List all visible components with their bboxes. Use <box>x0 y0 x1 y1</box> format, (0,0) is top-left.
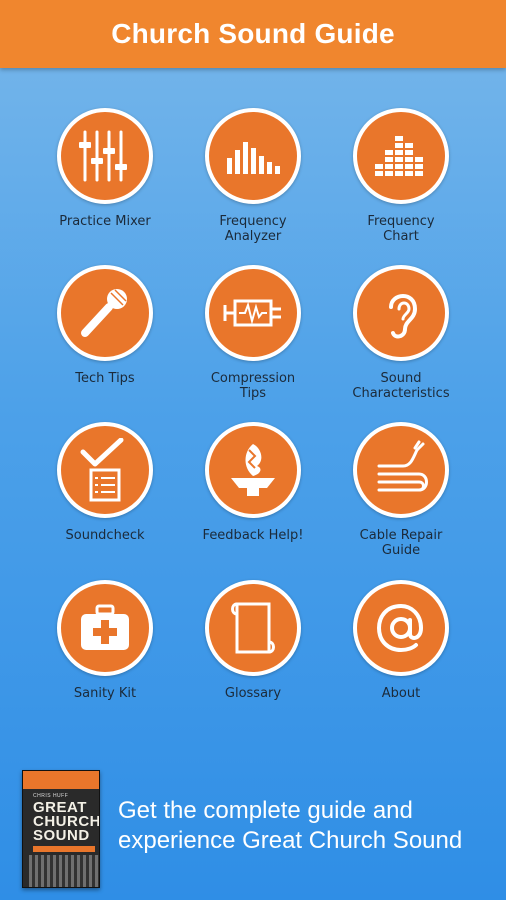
feedback-help-tile[interactable]: Feedback Help! <box>173 422 333 572</box>
compression-tips-button[interactable] <box>205 265 301 361</box>
frequency-analyzer-label: Frequency Analyzer <box>219 214 287 244</box>
book-mixer-art <box>29 855 99 887</box>
tech-tips-button[interactable] <box>57 265 153 361</box>
sanity-kit-button[interactable] <box>57 580 153 676</box>
sound-characteristics-tile[interactable]: Sound Characteristics <box>321 265 481 415</box>
cable-icon <box>377 440 428 492</box>
frequency-chart-label: Frequency Chart <box>367 214 435 244</box>
sound-characteristics-label: Sound Characteristics <box>352 371 450 401</box>
sound-characteristics-button[interactable] <box>353 265 449 361</box>
feedback-wave-icon <box>231 444 275 496</box>
app-title: Church Sound Guide <box>111 18 395 49</box>
practice-mixer-label: Practice Mixer <box>59 214 151 229</box>
practice-mixer-button[interactable] <box>57 108 153 204</box>
frequency-analyzer-button[interactable] <box>205 108 301 204</box>
soundcheck-label: Soundcheck <box>65 528 145 543</box>
feedback-help-button[interactable] <box>205 422 301 518</box>
glossary-label: Glossary <box>224 686 282 701</box>
compression-tips-tile[interactable]: Compression Tips <box>173 265 333 415</box>
sanity-kit-tile[interactable]: Sanity Kit <box>25 580 185 730</box>
cable-repair-label: Cable Repair Guide <box>359 528 443 558</box>
soundcheck-button[interactable] <box>57 422 153 518</box>
first-aid-kit-icon <box>81 604 129 650</box>
soundcheck-tile[interactable]: Soundcheck <box>25 422 185 572</box>
glossary-button[interactable] <box>205 580 301 676</box>
tech-tips-label: Tech Tips <box>75 371 135 386</box>
mixer-faders-icon <box>79 130 127 182</box>
microphone-icon <box>81 289 127 337</box>
frequency-chart-button[interactable] <box>353 108 449 204</box>
glossary-tile[interactable]: Glossary <box>173 580 333 730</box>
frequency-chart-icon <box>375 136 423 176</box>
promo-text[interactable]: Get the complete guide and experience Gr… <box>118 796 498 856</box>
tech-tips-tile[interactable]: Tech Tips <box>25 265 185 415</box>
cable-repair-tile[interactable]: Cable Repair Guide <box>321 422 481 572</box>
book-subtitle-bar <box>33 846 95 852</box>
practice-mixer-tile[interactable]: Practice Mixer <box>25 108 185 258</box>
book-cover-stripe <box>23 771 99 789</box>
checklist-icon <box>80 438 124 502</box>
about-tile[interactable]: About <box>321 580 481 730</box>
sanity-kit-label: Sanity Kit <box>73 686 137 701</box>
scroll-icon <box>231 602 275 654</box>
about-label: About <box>381 686 421 701</box>
at-sign-icon <box>376 603 424 653</box>
compression-tips-label: Compression Tips <box>210 371 296 401</box>
promo-banner[interactable]: CHRIS HUFF GREAT CHURCH SOUND Get the co… <box>0 760 506 900</box>
frequency-chart-tile[interactable]: Frequency Chart <box>321 108 481 258</box>
book-title: GREAT CHURCH SOUND <box>33 799 100 844</box>
ear-icon <box>389 294 418 339</box>
book-cover[interactable]: CHRIS HUFF GREAT CHURCH SOUND <box>22 770 100 888</box>
about-button[interactable] <box>353 580 449 676</box>
cable-repair-button[interactable] <box>353 422 449 518</box>
feedback-help-label: Feedback Help! <box>202 528 304 543</box>
compression-clamp-icon <box>223 299 281 327</box>
app-header: Church Sound Guide <box>0 0 506 68</box>
frequency-analyzer-icon <box>227 142 280 174</box>
frequency-analyzer-tile[interactable]: Frequency Analyzer <box>173 108 333 258</box>
